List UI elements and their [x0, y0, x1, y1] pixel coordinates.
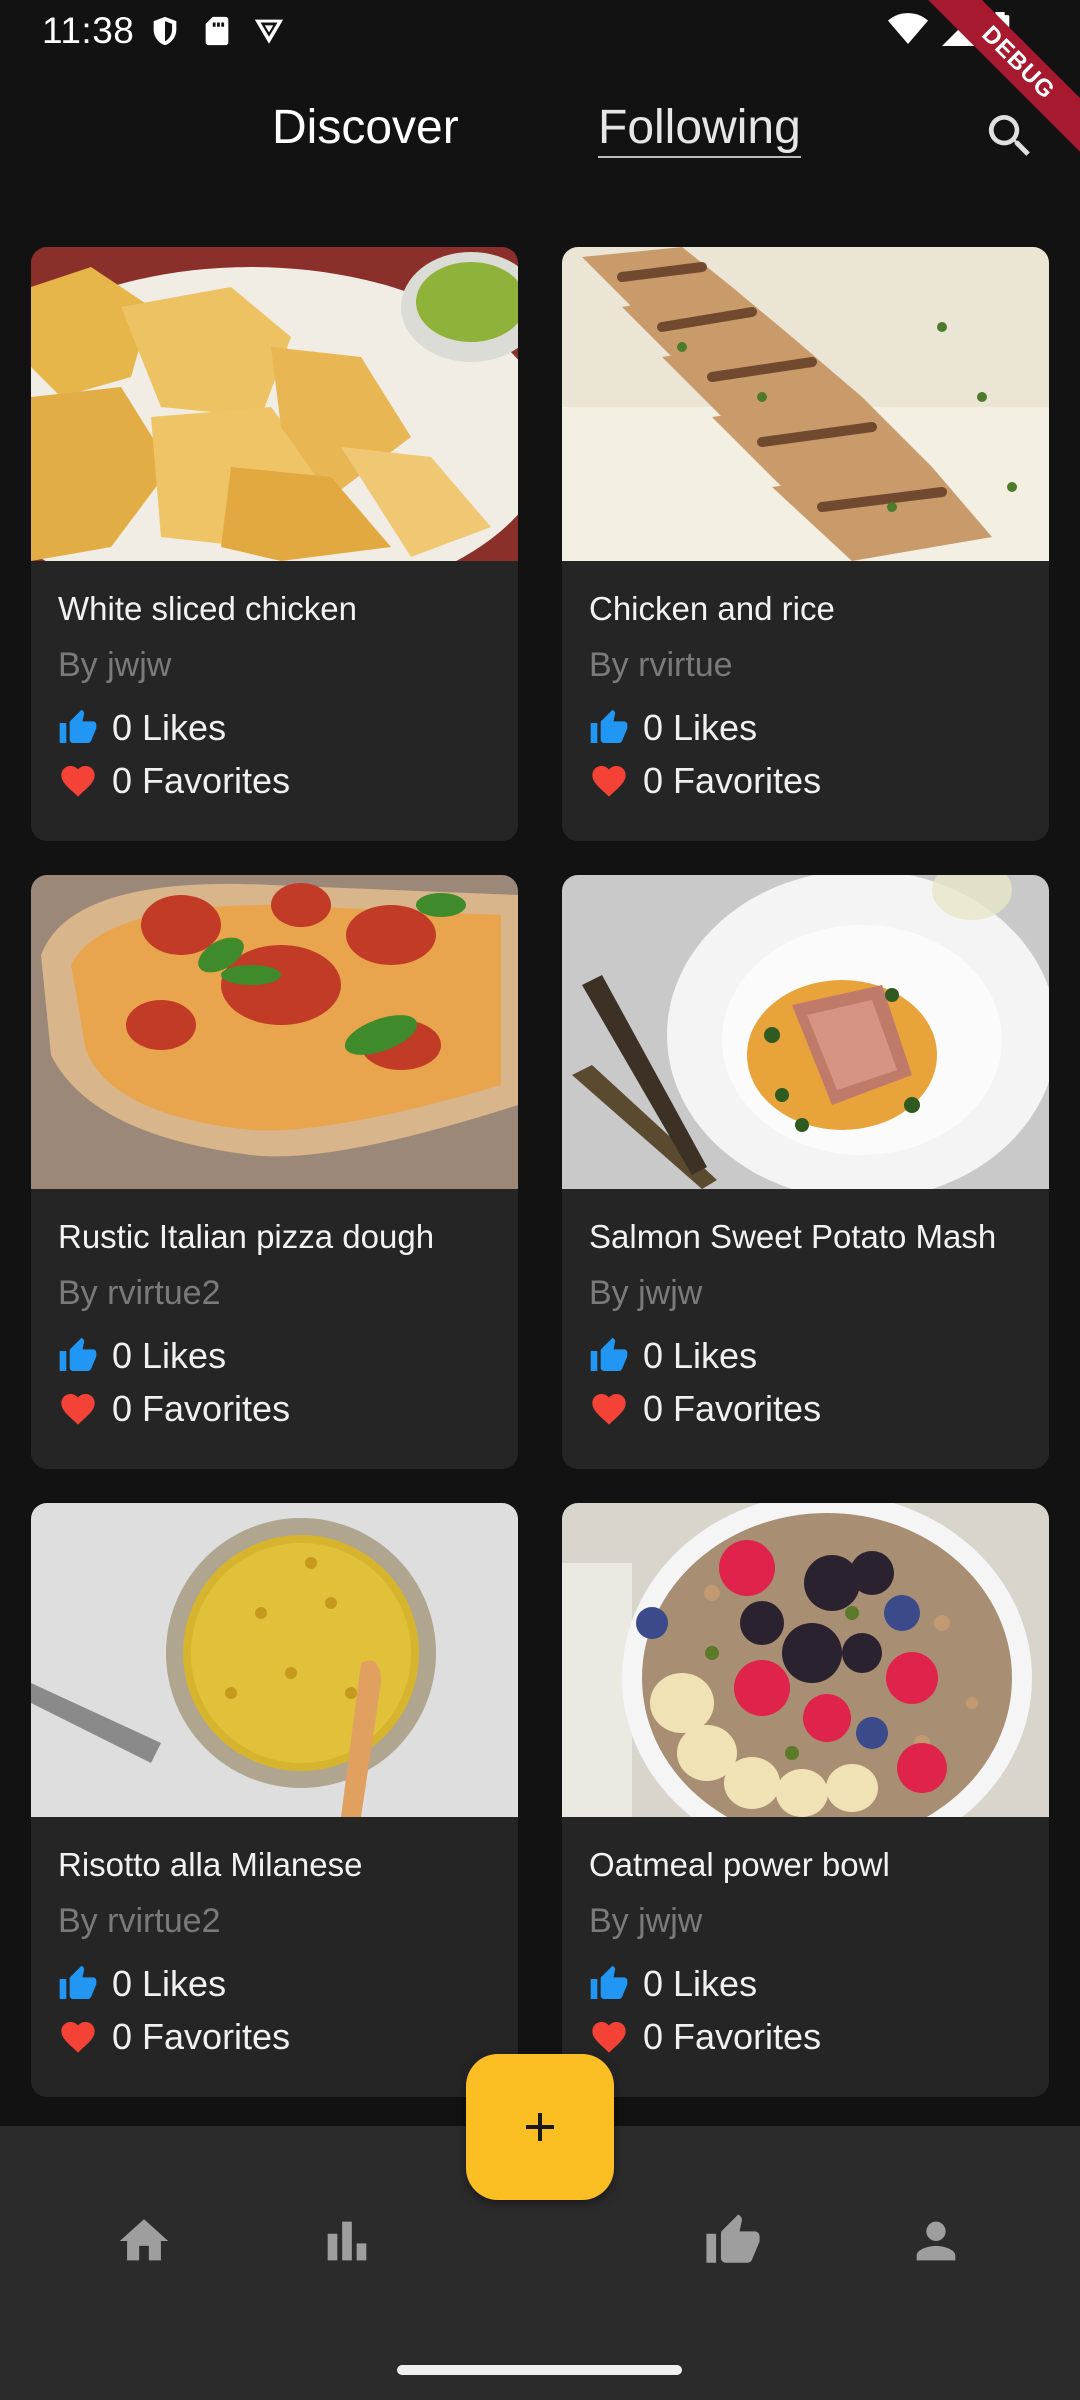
likes-value: 0	[112, 1963, 133, 2004]
likes-count: 0 Likes	[589, 1960, 1022, 2008]
vpn-icon	[255, 19, 284, 44]
favorites-value: 0	[112, 760, 133, 801]
tab-discover[interactable]: Discover	[272, 100, 459, 155]
nav-likes[interactable]	[693, 2201, 773, 2281]
recipe-title: Oatmeal power bowl	[589, 1846, 890, 1883]
battery-icon	[990, 12, 1010, 46]
nav-profile[interactable]	[896, 2201, 976, 2281]
add-recipe-button[interactable]	[466, 2054, 614, 2200]
favorites-label: Favorites	[142, 760, 291, 801]
thumb-up-icon	[59, 1337, 97, 1371]
recipe-photo	[31, 875, 518, 1189]
thumb-up-icon	[706, 2214, 760, 2263]
status-bar: 11:38	[0, 0, 1080, 62]
recipe-title: White sliced chicken	[58, 590, 357, 627]
likes-count: 0 Likes	[58, 1332, 491, 1380]
search-button[interactable]	[982, 108, 1042, 168]
likes-value: 0	[643, 1335, 664, 1376]
favorites-value: 0	[112, 2016, 133, 2057]
likes-value: 0	[643, 1963, 664, 2004]
likes-count: 0 Likes	[589, 704, 1022, 752]
favorites-value: 0	[643, 760, 664, 801]
thumb-up-icon	[590, 709, 628, 743]
recipe-author: By rvirtue2	[58, 1902, 221, 1940]
favorites-label: Favorites	[673, 2016, 822, 2057]
likes-value: 0	[643, 707, 664, 748]
likes-value: 0	[112, 1335, 133, 1376]
favorites-count: 0 Favorites	[589, 1385, 1022, 1433]
recipe-card[interactable]: Salmon Sweet Potato Mash By jwjw 0 Likes …	[562, 875, 1049, 1469]
heart-icon	[61, 1394, 95, 1425]
favorites-value: 0	[643, 1388, 664, 1429]
home-icon	[119, 2219, 169, 2261]
likes-label: Likes	[142, 1963, 227, 2004]
heart-icon	[592, 766, 626, 797]
home-indicator[interactable]	[397, 2365, 682, 2375]
likes-value: 0	[112, 707, 133, 748]
recipe-photo	[562, 247, 1049, 561]
likes-label: Likes	[142, 707, 227, 748]
recipe-title: Risotto alla Milanese	[58, 1846, 363, 1883]
shield-icon	[154, 16, 177, 46]
wifi-icon	[888, 13, 928, 44]
recipe-title: Rustic Italian pizza dough	[58, 1218, 435, 1255]
likes-count: 0 Likes	[589, 1332, 1022, 1380]
favorites-label: Favorites	[673, 760, 822, 801]
recipe-card[interactable]: Rustic Italian pizza dough By rvirtue2 0…	[31, 875, 518, 1469]
tab-following-label: Following	[598, 101, 801, 158]
favorites-label: Favorites	[142, 1388, 291, 1429]
recipe-title: Chicken and rice	[589, 590, 835, 627]
recipe-author: By rvirtue	[589, 646, 733, 684]
recipe-author: By rvirtue2	[58, 1274, 221, 1312]
status-time: 11:38	[42, 10, 135, 51]
tab-following[interactable]: Following	[598, 100, 801, 158]
nav-stats[interactable]	[307, 2201, 387, 2281]
thumb-up-icon	[59, 709, 97, 743]
favorites-label: Favorites	[673, 1388, 822, 1429]
recipe-author: By jwjw	[58, 646, 172, 684]
thumb-up-icon	[590, 1337, 628, 1371]
signal-icon	[942, 12, 976, 46]
thumb-up-icon	[590, 1965, 628, 1999]
likes-count: 0 Likes	[58, 704, 491, 752]
favorites-count: 0 Favorites	[58, 757, 491, 805]
favorites-count: 0 Favorites	[58, 1385, 491, 1433]
heart-icon	[592, 2022, 626, 2053]
likes-label: Likes	[142, 1335, 227, 1376]
recipe-card[interactable]: White sliced chicken By jwjw 0 Likes 0 Fav…	[31, 247, 518, 841]
tab-discover-label: Discover	[272, 101, 459, 154]
favorites-value: 0	[112, 1388, 133, 1429]
likes-label: Likes	[673, 1335, 758, 1376]
recipe-title: Salmon Sweet Potato Mash	[589, 1218, 997, 1255]
bar-chart-icon	[327, 2221, 367, 2261]
favorites-label: Favorites	[142, 2016, 291, 2057]
plus-icon	[526, 2113, 554, 2141]
recipe-grid: White sliced chicken By jwjw 0 Likes 0 Fav…	[31, 247, 1049, 2097]
person-icon	[916, 2221, 956, 2261]
recipe-card[interactable]: Risotto alla Milanese By rvirtue2 0 Likes…	[31, 1503, 518, 2097]
recipe-photo	[31, 1503, 518, 1817]
favorites-value: 0	[643, 2016, 664, 2057]
recipe-card[interactable]: Chicken and rice By rvirtue 0 Likes 0 Favo…	[562, 247, 1049, 841]
sim-card-icon	[206, 16, 229, 46]
recipe-photo	[31, 247, 518, 561]
thumb-up-icon	[59, 1965, 97, 1999]
favorites-count: 0 Favorites	[58, 2013, 491, 2061]
top-tab-bar: Discover Following	[0, 90, 1080, 180]
recipe-photo	[562, 875, 1049, 1189]
heart-icon	[61, 766, 95, 797]
search-icon	[988, 115, 1030, 156]
favorites-count: 0 Favorites	[589, 2013, 1022, 2061]
heart-icon	[61, 2022, 95, 2053]
recipe-card[interactable]: Oatmeal power bowl By jwjw 0 Likes 0 Favor…	[562, 1503, 1049, 2097]
nav-home[interactable]	[104, 2201, 184, 2281]
recipe-author: By jwjw	[589, 1274, 703, 1312]
likes-label: Likes	[673, 707, 758, 748]
recipe-photo	[562, 1503, 1049, 1817]
likes-label: Likes	[673, 1963, 758, 2004]
likes-count: 0 Likes	[58, 1960, 491, 2008]
heart-icon	[592, 1394, 626, 1425]
recipe-author: By jwjw	[589, 1902, 703, 1940]
favorites-count: 0 Favorites	[589, 757, 1022, 805]
